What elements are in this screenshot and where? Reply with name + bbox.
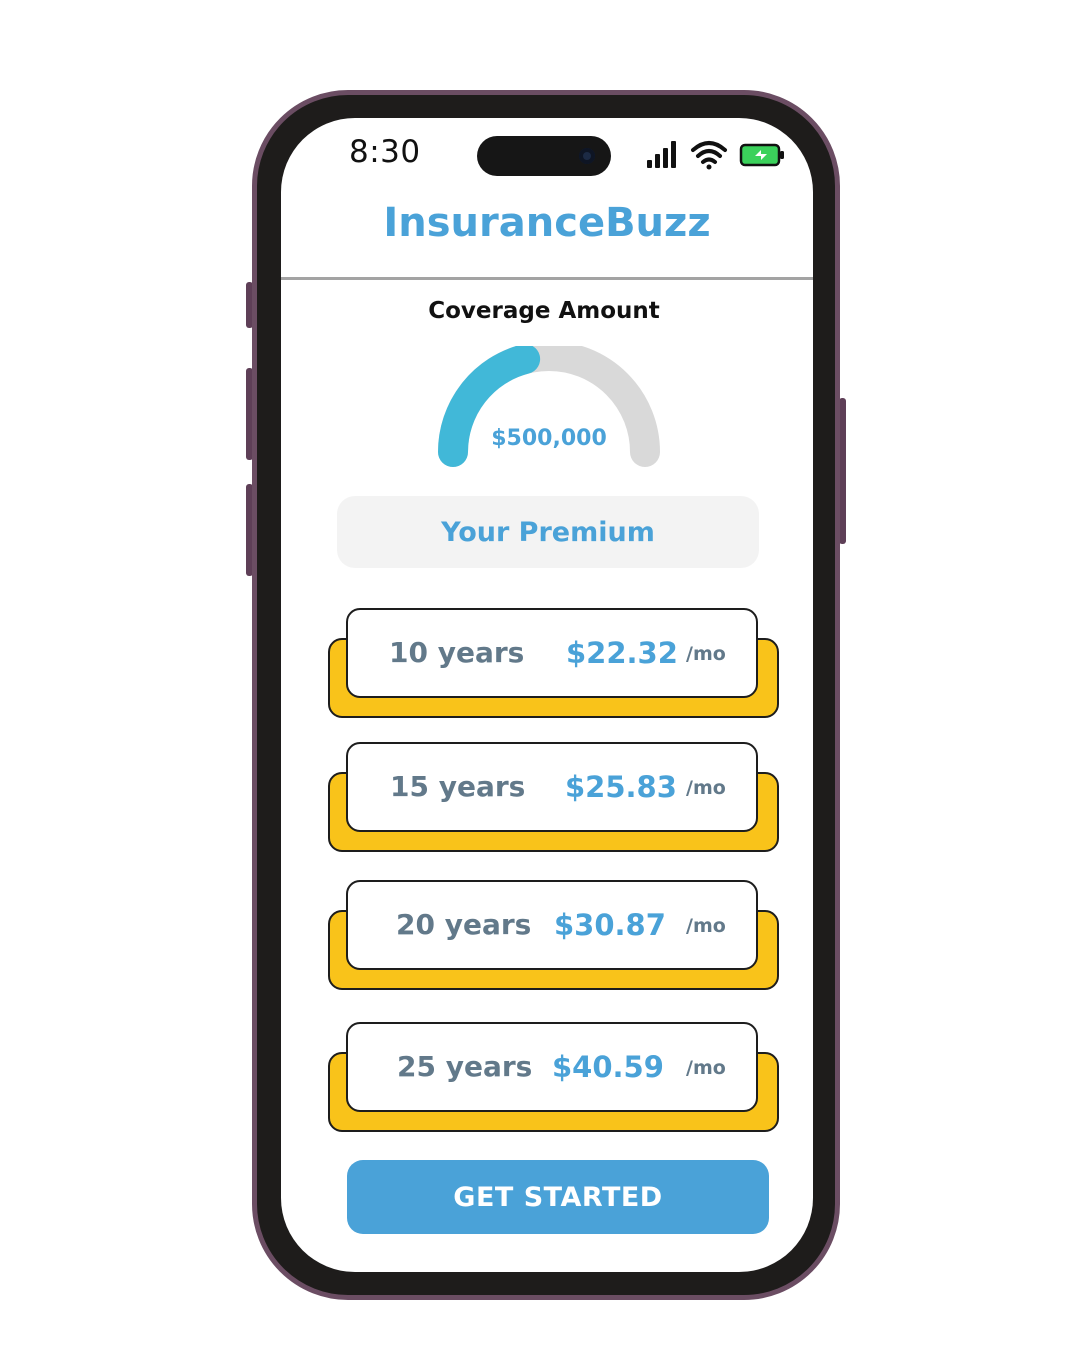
plan-term: 20 years bbox=[396, 908, 532, 941]
coverage-label: Coverage Amount bbox=[428, 298, 660, 324]
plan-unit: /mo bbox=[686, 777, 726, 799]
plan-card-15-years[interactable]: 15 years $25.83 /mo bbox=[328, 742, 779, 854]
plan-card-25-years[interactable]: 25 years $40.59 /mo bbox=[328, 1022, 779, 1134]
plan-price: $22.32 bbox=[566, 636, 678, 670]
signal-icon bbox=[647, 141, 676, 168]
stage: 8:30 InsuranceBuzz Coverage Amount $500,… bbox=[0, 0, 1080, 1350]
wifi-icon bbox=[691, 141, 727, 170]
plan-price: $25.83 bbox=[565, 770, 677, 804]
coverage-gauge[interactable] bbox=[433, 346, 665, 470]
plan-card-face: 25 years $40.59 /mo bbox=[346, 1022, 758, 1112]
plan-term: 15 years bbox=[390, 770, 526, 803]
plan-price: $30.87 bbox=[554, 908, 666, 942]
power-button bbox=[839, 398, 846, 544]
get-started-button[interactable]: GET STARTED bbox=[347, 1160, 769, 1234]
plan-price: $40.59 bbox=[552, 1050, 664, 1084]
app-title: InsuranceBuzz bbox=[383, 200, 711, 246]
status-icons bbox=[645, 138, 785, 174]
battery-charging-icon bbox=[739, 143, 784, 167]
plan-unit: /mo bbox=[686, 915, 726, 937]
header-divider bbox=[281, 277, 813, 280]
plan-term: 10 years bbox=[389, 636, 525, 669]
coverage-value: $500,000 bbox=[491, 426, 607, 451]
plan-unit: /mo bbox=[686, 643, 726, 665]
plan-card-10-years[interactable]: 10 years $22.32 /mo bbox=[328, 608, 779, 720]
premium-heading: Your Premium bbox=[337, 496, 759, 568]
plan-card-20-years[interactable]: 20 years $30.87 /mo bbox=[328, 880, 779, 992]
plan-term: 25 years bbox=[397, 1050, 533, 1083]
plan-card-face: 20 years $30.87 /mo bbox=[346, 880, 758, 970]
camera-icon bbox=[579, 148, 595, 164]
plan-card-face: 10 years $22.32 /mo bbox=[346, 608, 758, 698]
status-time: 8:30 bbox=[349, 134, 421, 170]
phone-screen: 8:30 InsuranceBuzz Coverage Amount $500,… bbox=[281, 118, 813, 1272]
plan-unit: /mo bbox=[686, 1057, 726, 1079]
plan-card-face: 15 years $25.83 /mo bbox=[346, 742, 758, 832]
dynamic-island bbox=[477, 136, 611, 176]
